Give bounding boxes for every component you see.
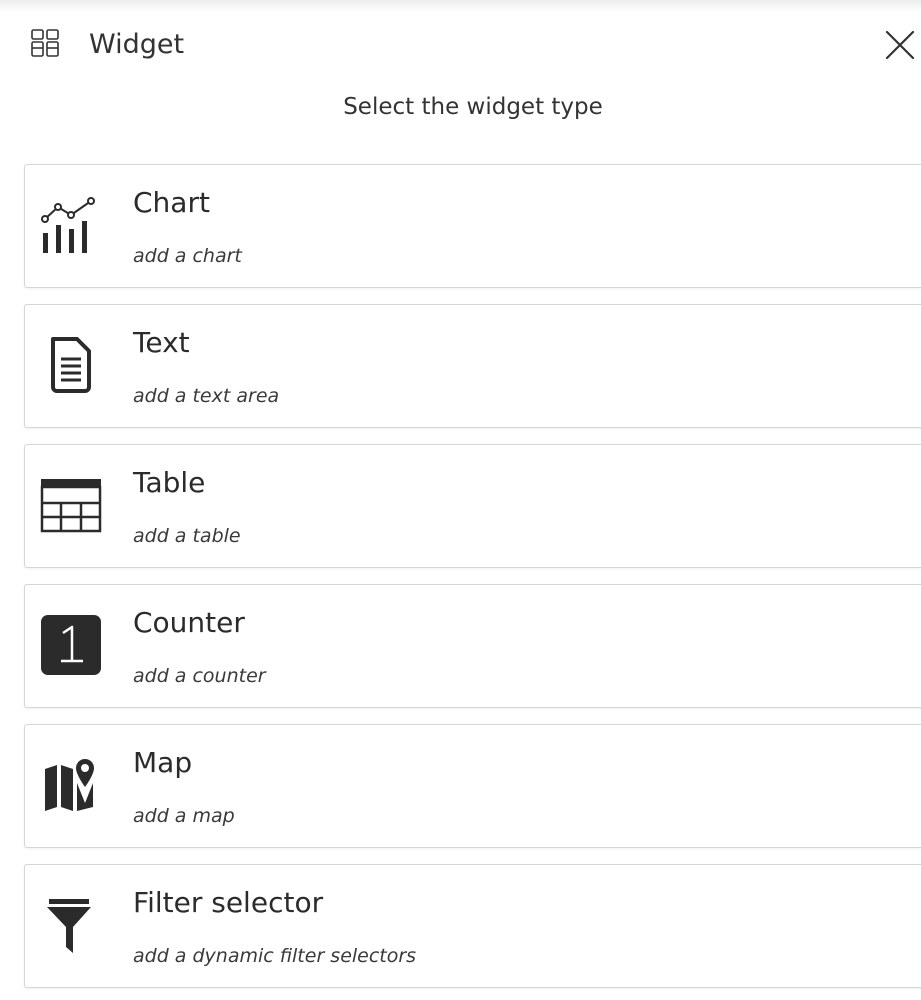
widget-option-label: Filter selector (133, 886, 324, 919)
widget-option-chart[interactable]: Chart add a chart (24, 164, 921, 288)
widget-option-description: add a table (133, 525, 241, 547)
widget-dialog: Widget Select the widget type Chart add … (0, 0, 921, 1000)
widget-option-description: add a text area (133, 385, 280, 407)
filter-icon (47, 899, 91, 953)
table-icon (40, 479, 102, 533)
widget-option-label: Chart (133, 186, 210, 219)
widget-option-filter-selector[interactable]: Filter selector add a dynamic filter sel… (24, 864, 921, 988)
dialog-header: Widget (0, 22, 921, 70)
widget-option-counter[interactable]: Counter add a counter (24, 584, 921, 708)
widget-option-text[interactable]: Text add a text area (24, 304, 921, 428)
widget-option-description: add a counter (133, 665, 266, 687)
widget-option-label: Table (133, 466, 206, 499)
widget-option-label: Counter (133, 606, 245, 639)
map-icon (45, 759, 94, 811)
top-shadow (0, 0, 921, 12)
widget-option-table[interactable]: Table add a table (24, 444, 921, 568)
widget-option-map[interactable]: Map add a map (24, 724, 921, 848)
text-document-icon (51, 337, 91, 393)
widget-option-label: Map (133, 746, 193, 779)
widget-option-description: add a chart (133, 245, 242, 267)
widget-grid-icon (31, 29, 59, 57)
widget-option-label: Text (133, 326, 190, 359)
dialog-subtitle: Select the widget type (343, 94, 603, 120)
chart-icon (41, 197, 95, 253)
counter-icon (41, 615, 101, 675)
close-icon[interactable] (883, 28, 917, 62)
widget-option-description: add a dynamic filter selectors (133, 945, 417, 967)
widget-type-list: Chart add a chart Text add a text area T… (24, 164, 921, 1000)
widget-option-description: add a map (133, 805, 235, 827)
dialog-title: Widget (89, 29, 185, 60)
